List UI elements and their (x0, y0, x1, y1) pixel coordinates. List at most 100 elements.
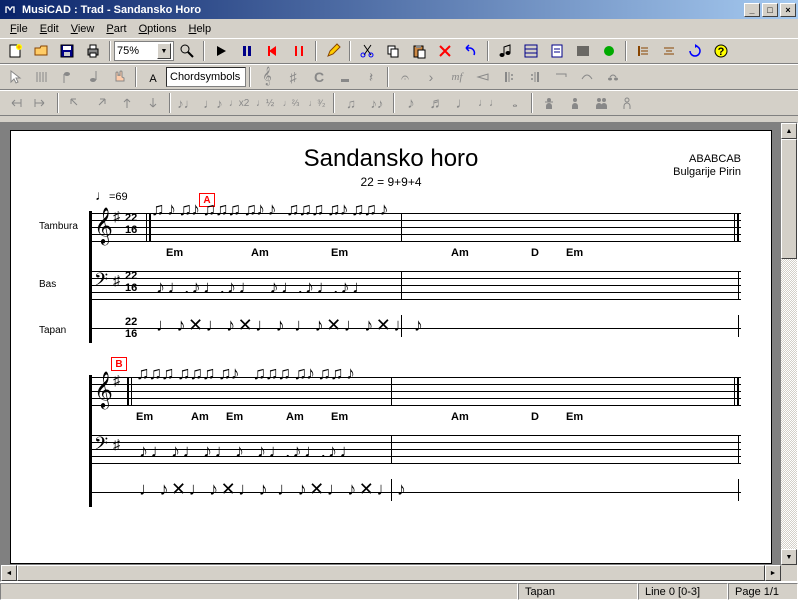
arrow-up-button[interactable] (115, 92, 139, 114)
copy-button[interactable] (381, 40, 405, 62)
stem-up-tool[interactable] (81, 66, 105, 88)
whole-note-button[interactable]: 𝅝 (503, 92, 527, 114)
note-var-2-button[interactable]: ♩♩ (477, 92, 501, 114)
menu-view[interactable]: View (65, 21, 101, 37)
tie-tool[interactable] (601, 66, 625, 88)
dynamic-tool[interactable]: mf (445, 66, 469, 88)
pointer-tool[interactable] (3, 66, 27, 88)
repeat-end-tool[interactable] (523, 66, 547, 88)
zoom-value: 75% (117, 45, 139, 57)
barlines-tool[interactable] (29, 66, 53, 88)
scroll-down-button[interactable]: ▼ (781, 549, 797, 565)
staff-tapan-2: ♩ ♪ ✕ ♩ ♪ ✕ ♩ ♪ ♩ ♪ ✕ ♩ ♪ ✕ ♩ ♪ (91, 487, 741, 497)
tempo-mark: ♩=69 (95, 187, 128, 203)
beam-group-button[interactable]: ♫ (339, 92, 363, 114)
accent-tool[interactable]: › (419, 66, 443, 88)
staff-button[interactable] (571, 40, 595, 62)
unbeam-button[interactable]: ♪♪ (365, 92, 389, 114)
menu-help[interactable]: Help (182, 21, 217, 37)
timesig-tool[interactable]: C (307, 66, 331, 88)
back-button[interactable] (261, 40, 285, 62)
chord-symbols-field[interactable]: Chordsymbols (166, 67, 246, 87)
person-1-button[interactable] (537, 92, 561, 114)
print-button[interactable] (81, 40, 105, 62)
bar-center-button[interactable] (657, 40, 681, 62)
arrow-nw-button[interactable] (63, 92, 87, 114)
open-button[interactable] (29, 40, 53, 62)
pause-button[interactable] (235, 40, 259, 62)
dur-tool-1[interactable]: ♪♩ (175, 92, 199, 114)
dur-tool-2[interactable]: ♩♪ (201, 92, 225, 114)
vertical-scrollbar[interactable]: ▲ ▼ (781, 123, 797, 565)
titlebar: MusiCAD : Trad - Sandansko Horo _ □ × (0, 0, 798, 19)
edit-button[interactable] (321, 40, 345, 62)
dur-half-button[interactable]: ♩½ (253, 92, 277, 114)
scroll-right-button[interactable]: ► (765, 565, 781, 581)
help-button[interactable]: ? (709, 40, 733, 62)
dur-32-button[interactable]: ♩³⁄₂ (305, 92, 329, 114)
notes-tool-button[interactable] (493, 40, 517, 62)
treble-clef-tool[interactable]: 𝄞 (255, 66, 279, 88)
score-viewport[interactable]: Sandansko horo 22 = 9+9+4 ABABCAB Bulgar… (2, 124, 780, 564)
maximize-button[interactable]: □ (762, 3, 778, 17)
person-2-button[interactable] (563, 92, 587, 114)
status-position: Line 0 [0-3] (638, 583, 728, 600)
scroll-left-button[interactable]: ◄ (1, 565, 17, 581)
text-tool[interactable]: A (141, 66, 165, 88)
sixteenth-note-button[interactable]: ♬ (425, 92, 449, 114)
cresc-tool[interactable] (471, 66, 495, 88)
dur-23-button[interactable]: ♩⅔ (279, 92, 303, 114)
horizontal-scrollbar[interactable]: ◄ ► (1, 565, 781, 581)
note-var-1-button[interactable]: ♩ (451, 92, 475, 114)
menu-edit[interactable]: Edit (34, 21, 65, 37)
score-composer: ABABCAB Bulgarije Pirin (673, 153, 741, 179)
paste-button[interactable] (407, 40, 431, 62)
save-button[interactable] (55, 40, 79, 62)
new-button[interactable] (3, 40, 27, 62)
repeat-start-tool[interactable] (497, 66, 521, 88)
stem-down-tool[interactable] (55, 66, 79, 88)
undo-button[interactable] (459, 40, 483, 62)
layout-button[interactable] (519, 40, 543, 62)
person-4-button[interactable] (615, 92, 639, 114)
hand-tool[interactable] (107, 66, 131, 88)
menu-options[interactable]: Options (133, 21, 183, 37)
voltas-tool[interactable] (549, 66, 573, 88)
score-page: Sandansko horo 22 = 9+9+4 ABABCAB Bulgar… (10, 130, 772, 564)
zoom-button[interactable] (175, 40, 199, 62)
statusbar: Tapan Line 0 [0-3] Page 1/1 (0, 582, 798, 600)
window-title: MusiCAD : Trad - Sandansko Horo (22, 4, 742, 16)
scroll-up-button[interactable]: ▲ (781, 123, 797, 139)
menu-part[interactable]: Part (100, 21, 132, 37)
arrow-ne-button[interactable] (89, 92, 113, 114)
sharp-tool[interactable]: ♯ (281, 66, 305, 88)
delete-button[interactable] (433, 40, 457, 62)
cut-button[interactable] (355, 40, 379, 62)
hscroll-thumb[interactable] (17, 565, 765, 581)
svg-text:?: ? (718, 46, 725, 58)
zoom-combo[interactable]: 75%▼ (114, 41, 174, 61)
bar-left-button[interactable] (631, 40, 655, 62)
rest-tool[interactable]: 𝄽 (359, 66, 383, 88)
person-3-button[interactable] (589, 92, 613, 114)
fermata-tool[interactable]: 𝄐 (393, 66, 417, 88)
arrow-down-button[interactable] (141, 92, 165, 114)
move-left-button[interactable] (3, 92, 27, 114)
refresh-button[interactable] (683, 40, 707, 62)
record-button[interactable] (287, 40, 311, 62)
eighth-note-button[interactable]: ♪ (399, 92, 423, 114)
rehearsal-mark-b: B (111, 357, 127, 371)
page-button[interactable] (545, 40, 569, 62)
beam-tool[interactable] (333, 66, 357, 88)
play-button[interactable] (209, 40, 233, 62)
toolbar-notation: A Chordsymbols 𝄞 ♯ C 𝄽 𝄐 › mf (0, 64, 798, 90)
slur-tool[interactable] (575, 66, 599, 88)
go-button[interactable] (597, 40, 621, 62)
vscroll-thumb[interactable] (781, 139, 797, 259)
minimize-button[interactable]: _ (744, 3, 760, 17)
move-right-button[interactable] (29, 92, 53, 114)
status-track: Tapan (518, 583, 638, 600)
dur-x2-button[interactable]: ♩x2 (227, 92, 251, 114)
menu-file[interactable]: File (4, 21, 34, 37)
close-button[interactable]: × (780, 3, 796, 17)
